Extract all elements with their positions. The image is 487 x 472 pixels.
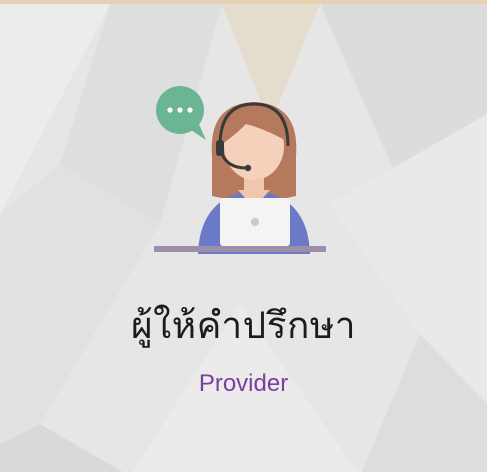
provider-card[interactable]: ผู้ให้คำปรึกษา Provider [0, 0, 487, 472]
card-title: ผู้ให้คำปรึกษา [130, 304, 357, 347]
customer-support-agent-icon [154, 86, 326, 254]
card-subtitle: Provider [198, 370, 289, 397]
chat-bubble-icon [156, 86, 206, 140]
